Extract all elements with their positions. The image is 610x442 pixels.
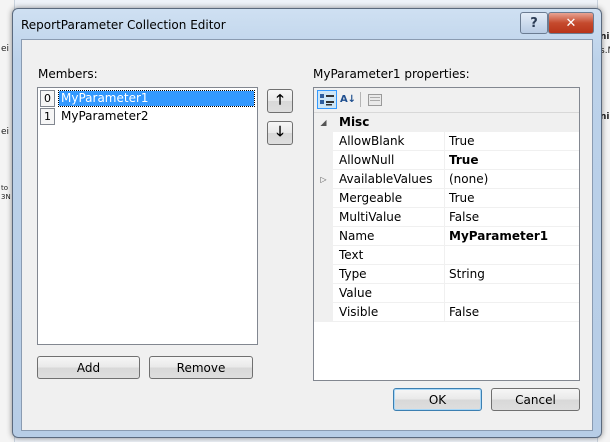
property-grid-toolbar: A↓ (314, 88, 579, 113)
member-item-myparameter2[interactable]: 1 MyParameter2 (40, 108, 254, 125)
member-item-myparameter1[interactable]: 0 MyParameter1 (40, 90, 255, 107)
properties-label: MyParameter1 properties: (313, 67, 470, 81)
property-name: AllowNull (333, 151, 445, 169)
collection-editor-dialog: ReportParameter Collection Editor ? ✕ Me… (12, 8, 602, 438)
row-margin (314, 303, 333, 321)
row-margin (314, 227, 333, 245)
property-name: AvailableValues (333, 170, 445, 188)
property-name: Visible (333, 303, 445, 321)
members-label: Members: (38, 67, 98, 81)
member-index: 1 (40, 108, 55, 125)
property-row-availablevalues[interactable]: ▷ AvailableValues (none) (314, 170, 579, 189)
close-icon: ✕ (565, 15, 577, 31)
property-value[interactable]: True (445, 132, 579, 150)
close-button[interactable]: ✕ (548, 12, 594, 34)
property-pages-icon (368, 93, 382, 106)
property-name: Value (333, 284, 445, 302)
row-margin (314, 208, 333, 226)
property-pages-button[interactable] (365, 90, 385, 109)
property-row-allownull[interactable]: AllowNull True (314, 151, 579, 170)
help-icon: ? (530, 15, 538, 31)
property-value[interactable]: False (445, 303, 579, 321)
toolbar-separator (360, 92, 361, 107)
row-margin (314, 151, 333, 169)
move-down-button[interactable]: 🡓 (267, 121, 293, 145)
member-name: MyParameter1 (58, 90, 255, 107)
row-margin (314, 284, 333, 302)
category-row-misc[interactable]: ◢ Misc (314, 113, 579, 132)
row-margin (314, 132, 333, 150)
property-value[interactable]: True (445, 189, 579, 207)
property-value[interactable]: MyParameter1 (445, 227, 579, 245)
arrow-up-icon: 🡑 (276, 92, 284, 108)
add-button[interactable]: Add (37, 356, 140, 379)
collapse-icon[interactable]: ◢ (314, 113, 333, 131)
row-margin (314, 246, 333, 264)
background-fragment: 3N (1, 193, 11, 201)
row-margin (314, 265, 333, 283)
categorized-icon (320, 93, 334, 105)
property-value[interactable]: True (445, 151, 579, 169)
row-margin (314, 189, 333, 207)
move-up-button[interactable]: 🡑 (267, 89, 293, 113)
remove-button[interactable]: Remove (149, 356, 253, 379)
property-row-multivalue[interactable]: MultiValue False (314, 208, 579, 227)
alphabetical-button[interactable]: A↓ (338, 90, 358, 109)
dialog-client-area: Members: 0 MyParameter1 1 MyParameter2 🡑… (21, 39, 593, 431)
property-grid[interactable]: A↓ ◢ Misc AllowBlank True AllowNull True ▷ Av… (313, 87, 580, 381)
property-name: Mergeable (333, 189, 445, 207)
members-list[interactable]: 0 MyParameter1 1 MyParameter2 (37, 87, 258, 345)
background-fragment: ei (1, 127, 10, 137)
property-value[interactable]: (none) (445, 170, 579, 188)
property-row-value[interactable]: Value (314, 284, 579, 303)
property-value[interactable]: False (445, 208, 579, 226)
property-row-name[interactable]: Name MyParameter1 (314, 227, 579, 246)
dialog-title: ReportParameter Collection Editor (21, 18, 226, 32)
property-row-type[interactable]: Type String (314, 265, 579, 284)
property-name: Type (333, 265, 445, 283)
ok-button[interactable]: OK (393, 388, 482, 411)
arrow-down-icon: 🡓 (276, 124, 284, 140)
help-button[interactable]: ? (520, 12, 548, 34)
property-name: Text (333, 246, 445, 264)
property-row-allowblank[interactable]: AllowBlank True (314, 132, 579, 151)
member-index: 0 (40, 90, 55, 107)
alphabetical-icon: A↓ (339, 94, 357, 105)
categorized-button[interactable] (317, 90, 337, 109)
property-row-mergeable[interactable]: Mergeable True (314, 189, 579, 208)
category-name: Misc (339, 115, 370, 129)
property-value[interactable] (445, 246, 579, 264)
cancel-button[interactable]: Cancel (491, 388, 580, 411)
expand-icon[interactable]: ▷ (314, 170, 333, 188)
property-name: Name (333, 227, 445, 245)
title-bar[interactable]: ReportParameter Collection Editor ? ✕ (13, 9, 601, 39)
background-fragment: to (1, 184, 9, 192)
background-fragment: ei (1, 44, 10, 54)
property-value[interactable]: String (445, 265, 579, 283)
property-name: AllowBlank (333, 132, 445, 150)
property-value[interactable] (445, 284, 579, 302)
property-row-text[interactable]: Text (314, 246, 579, 265)
property-row-visible[interactable]: Visible False (314, 303, 579, 322)
member-name: MyParameter2 (61, 109, 149, 123)
property-name: MultiValue (333, 208, 445, 226)
